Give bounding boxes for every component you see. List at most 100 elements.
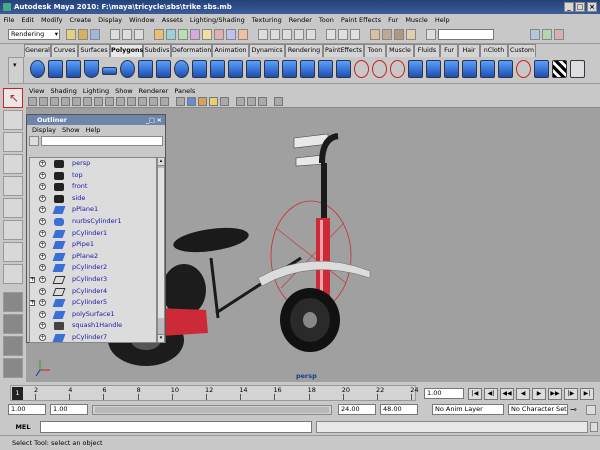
command-input[interactable] — [40, 421, 312, 433]
outliner-item-pcylinder4[interactable]: + pCylinder4 — [30, 286, 156, 298]
hud-icon[interactable] — [274, 97, 283, 106]
poly-torus-icon[interactable] — [120, 60, 135, 78]
script-editor-icon[interactable] — [590, 422, 598, 432]
new-scene-icon[interactable] — [66, 29, 76, 40]
lasso-tool-icon[interactable] — [3, 110, 23, 130]
select-plus-icon[interactable]: + — [39, 206, 46, 214]
safe-title-icon[interactable] — [160, 97, 169, 106]
two-d-pan-zoom-icon[interactable] — [72, 97, 81, 106]
go-to-end-icon[interactable]: ▶| — [580, 388, 594, 400]
make-live-icon[interactable] — [306, 29, 316, 40]
toggle-channel-box-icon[interactable] — [554, 29, 564, 40]
outliner-item-pcylinder2[interactable]: + pCylinder2 — [30, 262, 156, 274]
character-set-dropdown[interactable]: No Character Set — [508, 404, 568, 415]
textured-icon[interactable] — [198, 97, 207, 106]
shelf-tab-fluids[interactable]: Fluids — [414, 44, 440, 57]
select-plus-icon[interactable]: + — [39, 264, 46, 272]
automatic-mapping-icon[interactable] — [534, 60, 549, 78]
isolate-select-icon[interactable] — [236, 97, 245, 106]
outliner-item-front[interactable]: + front — [30, 181, 156, 193]
select-plus-icon[interactable]: + — [39, 183, 46, 191]
minimize-icon[interactable]: _ — [564, 2, 574, 12]
select-plus-icon[interactable]: + — [39, 229, 46, 237]
scroll-up-icon[interactable]: ▴ — [158, 158, 164, 166]
go-to-start-icon[interactable]: |◀ — [468, 388, 482, 400]
uv-texture-editor-icon[interactable] — [552, 60, 567, 78]
poly-prism-icon[interactable] — [138, 60, 153, 78]
outliner-item-nurbscylinder1[interactable]: + nurbsCylinder1 — [30, 216, 156, 228]
bevel-icon[interactable] — [444, 60, 459, 78]
outliner-item-pplane2[interactable]: + pPlane2 — [30, 251, 156, 263]
shelf-tab-custom[interactable]: Custom — [508, 44, 536, 57]
bookmarks-icon[interactable] — [50, 97, 59, 106]
menu-assets[interactable]: Assets — [158, 14, 186, 26]
four-view-layout-icon[interactable] — [3, 314, 23, 334]
outliner-item-pplane1[interactable]: + pPlane1 — [30, 204, 156, 216]
shelf-tab-subdivs[interactable]: Subdivs — [143, 44, 171, 57]
range-end-field[interactable]: 24.00 — [338, 404, 376, 415]
shelf-tab-hair[interactable]: Hair — [458, 44, 480, 57]
mirror-geometry-icon[interactable] — [318, 60, 333, 78]
shelf-tab-fur[interactable]: Fur — [440, 44, 458, 57]
xray-icon[interactable] — [247, 97, 256, 106]
poly-cone-icon[interactable] — [84, 60, 99, 78]
select-plus-icon[interactable]: + — [39, 252, 46, 260]
mask-joint-icon[interactable] — [166, 29, 176, 40]
step-back-icon[interactable]: ◀| — [484, 388, 498, 400]
select-plus-icon[interactable]: + — [39, 276, 46, 283]
poly-cylinder-icon[interactable] — [66, 60, 81, 78]
append-to-polygon-icon[interactable] — [336, 60, 351, 78]
select-plus-icon[interactable]: + — [39, 241, 46, 249]
mask-dynamics-icon[interactable] — [214, 29, 224, 40]
play-forwards-icon[interactable]: ▶ — [532, 388, 546, 400]
outliner-maximize-icon[interactable]: □ — [149, 115, 155, 125]
extract-icon[interactable] — [228, 60, 243, 78]
extrude-icon[interactable] — [408, 60, 423, 78]
mask-deformer-icon[interactable] — [202, 29, 212, 40]
move-tool-icon[interactable] — [3, 154, 23, 174]
menu-paint-effects[interactable]: Paint Effects — [337, 14, 384, 26]
quick-rename-input[interactable] — [438, 29, 494, 40]
mask-surface-icon[interactable] — [190, 29, 200, 40]
safe-action-icon[interactable] — [149, 97, 158, 106]
render-current-frame-icon[interactable] — [382, 29, 392, 40]
poly-cube-icon[interactable] — [48, 60, 63, 78]
shelf-tab-rendering[interactable]: Rendering — [285, 44, 323, 57]
shelf-tab-toon[interactable]: Toon — [364, 44, 386, 57]
select-plus-icon[interactable]: + — [39, 287, 46, 295]
outliner-menu-help[interactable]: Help — [83, 126, 104, 134]
poly-sphere-icon[interactable] — [30, 60, 45, 78]
rotate-tool-icon[interactable] — [3, 176, 23, 196]
collapse-icon[interactable] — [480, 60, 495, 78]
viewport-menu-renderer[interactable]: Renderer — [136, 86, 172, 96]
combine-icon[interactable] — [192, 60, 207, 78]
field-chart-icon[interactable] — [138, 97, 147, 106]
step-forward-key-icon[interactable]: ▶▶ — [548, 388, 562, 400]
construction-history-icon[interactable] — [350, 29, 360, 40]
outliner-item-polysurface1[interactable]: + polySurface1 — [30, 309, 156, 321]
toggle-tool-settings-icon[interactable] — [542, 29, 552, 40]
filter-options-icon[interactable] — [29, 136, 39, 146]
select-plus-icon[interactable]: + — [39, 171, 46, 179]
paint-select-tool-icon[interactable] — [3, 132, 23, 152]
outliner-scrollbar[interactable]: ▴ ▾ — [157, 157, 165, 343]
play-backwards-icon[interactable]: ◀ — [516, 388, 530, 400]
current-frame-marker[interactable]: 1 — [12, 387, 23, 400]
single-perspective-layout-icon[interactable] — [3, 292, 23, 312]
menu-muscle[interactable]: Muscle — [402, 14, 432, 26]
poly-plane-icon[interactable] — [102, 67, 117, 75]
shelf-tab-surfaces[interactable]: Surfaces — [78, 44, 110, 57]
select-plus-icon[interactable]: + — [39, 334, 46, 341]
menu-window[interactable]: Window — [126, 14, 159, 26]
render-settings-icon[interactable] — [406, 29, 416, 40]
viewport-menu-view[interactable]: View — [26, 86, 47, 96]
toggle-attribute-editor-icon[interactable] — [530, 29, 540, 40]
outliner-item-pcylinder7[interactable]: + pCylinder7 — [30, 332, 156, 342]
image-plane-icon[interactable] — [61, 97, 70, 106]
poly-pipe-icon[interactable] — [174, 60, 189, 78]
menu-display[interactable]: Display — [95, 14, 126, 26]
step-back-key-icon[interactable]: ◀◀ — [500, 388, 514, 400]
key-icon[interactable]: ⊸ — [570, 405, 577, 414]
resolution-gate-icon[interactable] — [116, 97, 125, 106]
maximize-icon[interactable]: □ — [575, 2, 585, 12]
